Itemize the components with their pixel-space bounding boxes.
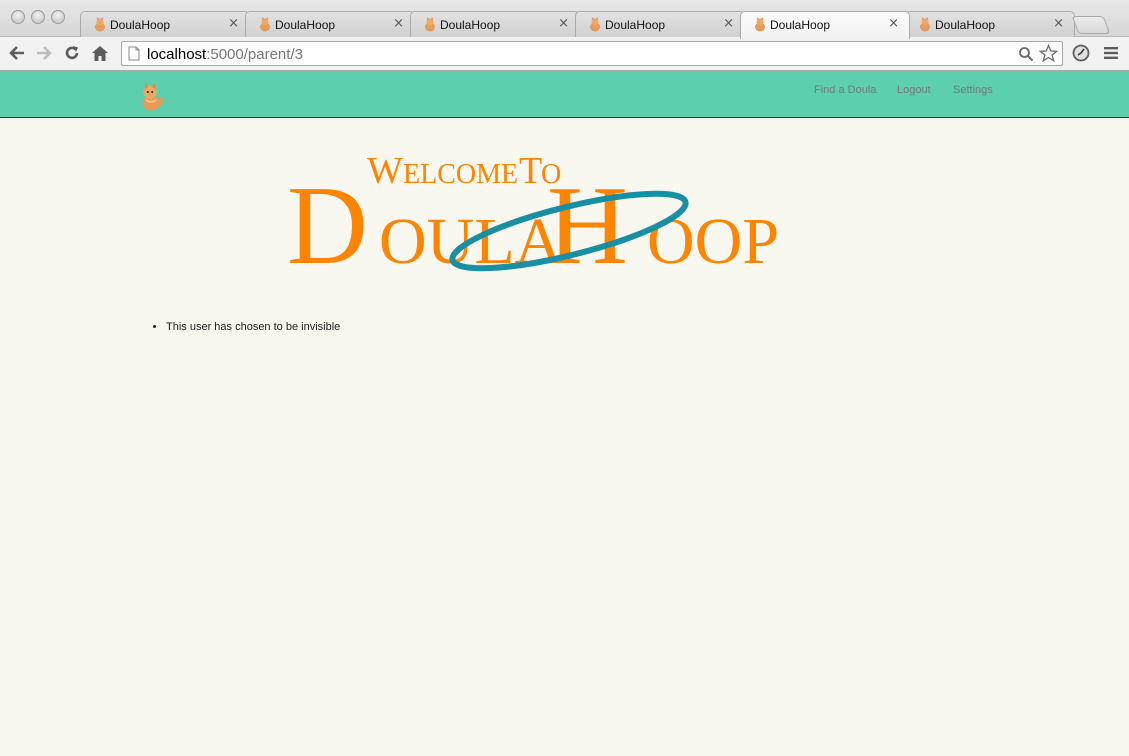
address-bar[interactable]: localhost:5000/parent/3 <box>121 41 1063 66</box>
forward-arrow-icon <box>37 46 52 60</box>
clock-extension-icon <box>1072 44 1090 62</box>
settings-link[interactable]: Settings <box>953 84 993 96</box>
home-button[interactable] <box>89 42 111 64</box>
search-icon[interactable] <box>1018 46 1034 62</box>
browser-toolbar: localhost:5000/parent/3 <box>0 37 1129 71</box>
kitten-favicon-icon <box>260 17 270 32</box>
window-minimize-button[interactable] <box>31 10 45 24</box>
tab-title: DoulaHoop <box>110 18 171 32</box>
kitten-favicon-icon <box>920 17 930 32</box>
svg-text:T: T <box>519 150 542 192</box>
star-bookmark-icon[interactable] <box>1039 44 1058 63</box>
tab-title: DoulaHoop <box>935 18 996 32</box>
tab-close-icon[interactable]: × <box>1053 16 1064 31</box>
tab-title: DoulaHoop <box>770 18 831 32</box>
back-arrow-icon <box>9 46 24 60</box>
url-text: localhost:5000/parent/3 <box>147 46 303 63</box>
svg-text:D: D <box>287 164 368 275</box>
page-icon <box>128 46 140 61</box>
svg-text:W: W <box>367 150 403 192</box>
tab-title: DoulaHoop <box>605 18 666 32</box>
tab-title: DoulaHoop <box>275 18 336 32</box>
svg-text:OOP: OOP <box>647 205 779 275</box>
menu-button[interactable] <box>1100 42 1122 64</box>
welcome-to-doulahoop-logo: W ELCOME T O D OULA H OOP <box>287 150 779 275</box>
new-tab-button[interactable] <box>1071 16 1111 34</box>
home-icon <box>92 45 108 61</box>
tab-close-icon[interactable]: × <box>393 16 404 31</box>
tab-title: DoulaHoop <box>440 18 501 32</box>
browser-tab[interactable]: DoulaHoop × <box>410 11 580 38</box>
tab-close-icon[interactable]: × <box>558 16 569 31</box>
kitten-favicon-icon <box>95 17 105 32</box>
invisible-user-notice: This user has chosen to be invisible <box>166 321 340 333</box>
kitten-favicon-icon <box>590 17 600 32</box>
tab-close-icon[interactable]: × <box>888 16 899 31</box>
url-host: localhost <box>147 46 207 63</box>
logout-link[interactable]: Logout <box>897 84 931 96</box>
find-a-doula-link[interactable]: Find a Doula <box>814 84 876 96</box>
site-navbar: Find a Doula Logout Settings <box>0 71 1129 118</box>
svg-text:ELCOME: ELCOME <box>403 159 518 190</box>
back-button[interactable] <box>6 42 28 64</box>
reload-icon <box>65 46 79 60</box>
extension-button[interactable] <box>1070 42 1092 64</box>
forward-button[interactable] <box>33 42 55 64</box>
url-path: :5000/parent/3 <box>206 46 303 63</box>
browser-tab-active[interactable]: DoulaHoop × <box>740 11 910 39</box>
browser-tab[interactable]: DoulaHoop × <box>575 11 745 38</box>
tab-close-icon[interactable]: × <box>723 16 734 31</box>
window-close-button[interactable] <box>11 10 25 24</box>
reload-button[interactable] <box>61 42 83 64</box>
browser-tab[interactable]: DoulaHoop × <box>905 11 1075 38</box>
browser-tab[interactable]: DoulaHoop × <box>245 11 415 38</box>
kitten-favicon-icon <box>425 17 435 32</box>
browser-tabstrip: DoulaHoop × DoulaHoop × DoulaHoop × Doul… <box>0 0 1129 39</box>
kitten-favicon-icon <box>755 17 765 32</box>
window-zoom-button[interactable] <box>51 10 65 24</box>
user-notice-list: This user has chosen to be invisible <box>166 321 340 333</box>
tab-close-icon[interactable]: × <box>228 16 239 31</box>
browser-tab[interactable]: DoulaHoop × <box>80 11 250 38</box>
kitten-icon[interactable] <box>136 82 166 112</box>
hamburger-menu-icon <box>1104 47 1118 59</box>
